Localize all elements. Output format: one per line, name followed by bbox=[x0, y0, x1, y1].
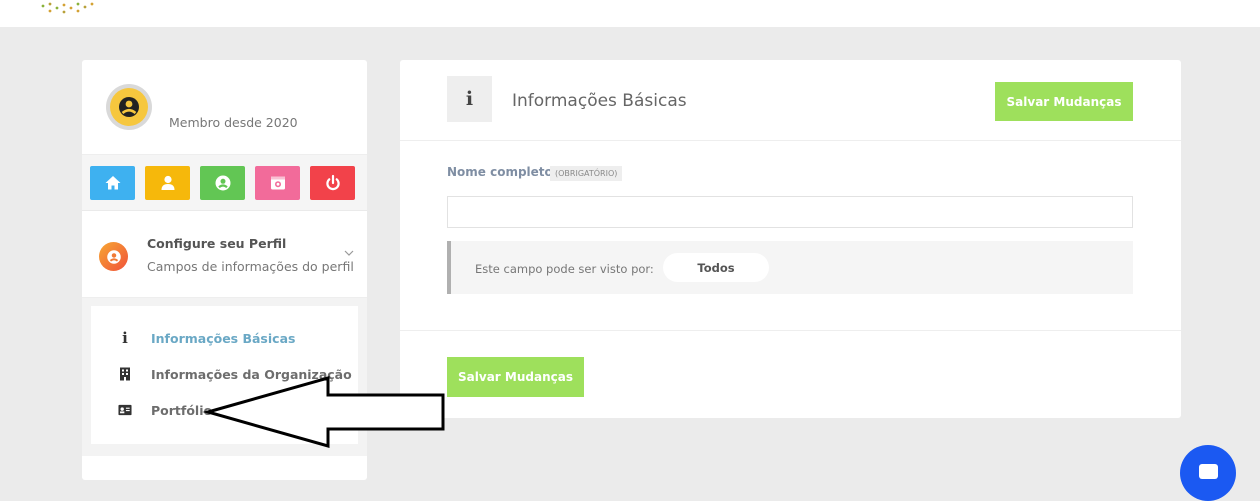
logo-dots-icon[interactable] bbox=[40, 0, 100, 20]
user-icon bbox=[161, 175, 174, 190]
logout-button[interactable] bbox=[310, 166, 355, 200]
visibility-label: Este campo pode ser visto por: bbox=[475, 262, 654, 276]
section-header: i Informações Básicas Salvar Mudanças bbox=[400, 60, 1181, 141]
avatar[interactable] bbox=[106, 84, 152, 130]
section-title: Informações Básicas bbox=[512, 91, 687, 111]
member-since-text: Membro desde 2020 bbox=[169, 115, 298, 130]
configure-profile-toggle[interactable]: Configure seu Perfil Campos de informaçõ… bbox=[82, 211, 367, 298]
save-changes-button-top[interactable]: Salvar Mudanças bbox=[995, 82, 1133, 121]
user-avatar-icon bbox=[119, 97, 139, 117]
full-name-input[interactable] bbox=[447, 196, 1133, 228]
save-changes-button-bottom[interactable]: Salvar Mudanças bbox=[447, 357, 584, 397]
menu-item-label: Informações Básicas bbox=[151, 331, 296, 346]
visibility-setting: Este campo pode ser visto por: Todos bbox=[447, 241, 1133, 294]
visibility-select[interactable]: Todos bbox=[663, 253, 769, 282]
info-icon: i bbox=[122, 329, 128, 347]
arrow-annotation-icon bbox=[202, 376, 445, 448]
info-icon: i bbox=[447, 76, 492, 122]
chat-icon bbox=[1198, 464, 1218, 479]
user-button[interactable] bbox=[145, 166, 190, 200]
menu-item-informacoes-basicas[interactable]: i Informações Básicas bbox=[91, 328, 358, 350]
chat-button[interactable] bbox=[1180, 445, 1236, 501]
footer-divider bbox=[400, 330, 1181, 331]
home-button[interactable] bbox=[90, 166, 135, 200]
configure-profile-subtitle: Campos de informações do perfil bbox=[147, 259, 354, 274]
configure-profile-title: Configure seu Perfil bbox=[147, 236, 287, 251]
profile-summary: Membro desde 2020 bbox=[82, 60, 367, 155]
avatar-face bbox=[110, 88, 148, 126]
user-circle-icon bbox=[215, 175, 230, 191]
profile-config-icon bbox=[99, 242, 128, 271]
power-icon bbox=[325, 174, 340, 191]
photo-button[interactable] bbox=[255, 166, 300, 200]
account-button[interactable] bbox=[200, 166, 245, 200]
top-bar bbox=[0, 0, 1260, 27]
building-icon bbox=[118, 366, 132, 382]
home-icon bbox=[105, 176, 120, 190]
camera-icon bbox=[270, 176, 285, 190]
quick-action-bar bbox=[82, 155, 367, 211]
chevron-down-icon[interactable] bbox=[343, 247, 355, 259]
required-badge: (OBRIGATÓRIO) bbox=[550, 166, 623, 181]
full-name-label: Nome completo bbox=[447, 165, 553, 179]
id-card-icon bbox=[118, 402, 132, 418]
